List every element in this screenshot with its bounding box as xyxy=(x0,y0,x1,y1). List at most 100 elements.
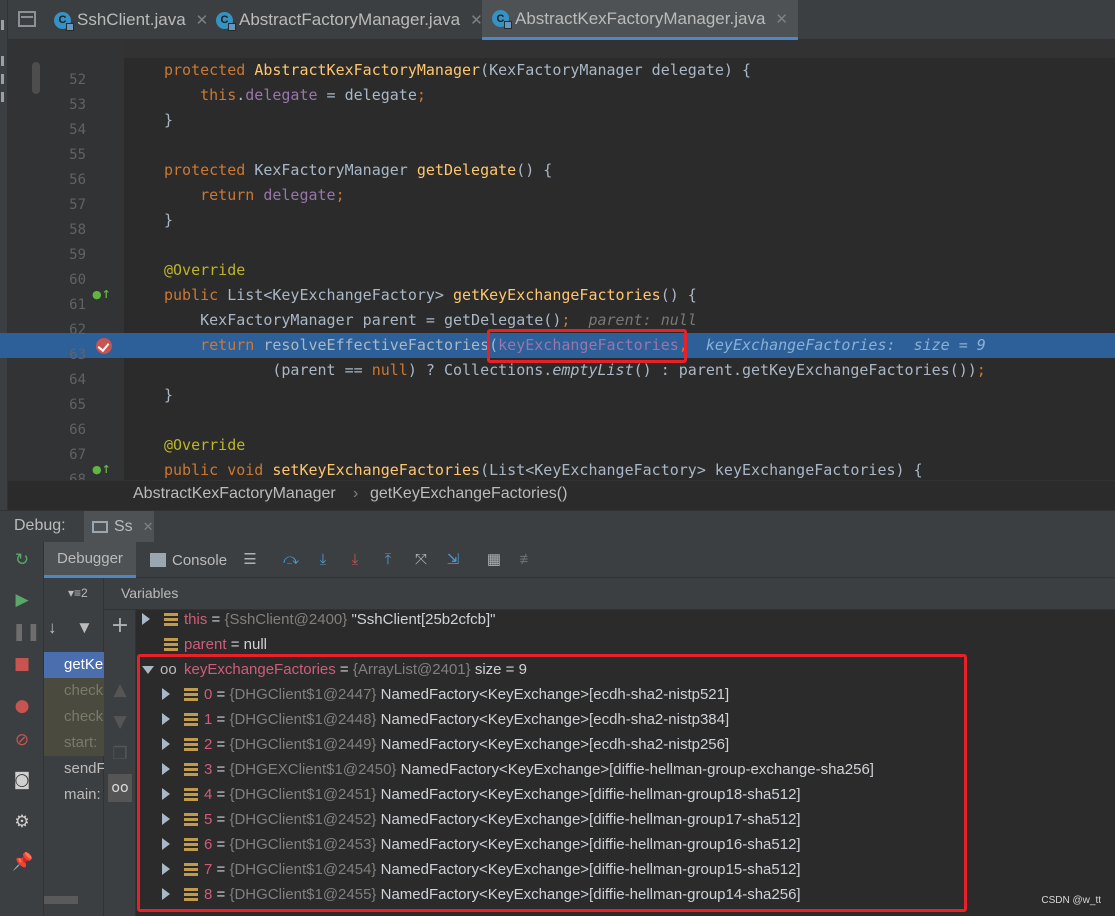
tool-tick[interactable] xyxy=(1,74,4,84)
breadcrumb-method[interactable]: getKeyExchangeFactories() xyxy=(370,485,567,503)
code-token: this xyxy=(164,86,237,104)
settings-icon[interactable]: ⚙ xyxy=(12,812,32,832)
code-token: return xyxy=(164,186,264,204)
annotation-box-variables xyxy=(137,654,967,912)
tool-tick[interactable] xyxy=(1,20,4,30)
run-to-cursor-icon[interactable]: ⇲ xyxy=(444,551,462,569)
camera-icon[interactable]: ◙ xyxy=(12,770,32,790)
show-execution-point-icon[interactable]: ⤼ xyxy=(282,551,300,569)
editor-gutter[interactable]: 525354555657585960616263646566676869 ●↑●… xyxy=(8,40,134,513)
move-up-icon[interactable]: ▲ xyxy=(110,680,130,700)
breadcrumb-separator: › xyxy=(353,485,359,502)
code-line[interactable]: this.delegate = delegate; xyxy=(124,83,1115,108)
debug-session-tab[interactable]: Ss ✕ xyxy=(84,511,154,543)
evaluate-icon[interactable]: ▦ xyxy=(485,551,503,569)
variable-row[interactable]: this = {SshClient@2400} "SshClient[25b2c… xyxy=(136,607,1115,632)
code-token: getDelegate xyxy=(416,161,517,179)
stack-frame[interactable]: getKe xyxy=(44,652,104,678)
stack-frame[interactable]: check xyxy=(44,678,104,704)
line-number: 55 xyxy=(69,147,86,163)
trace-icon[interactable]: ≢ xyxy=(518,551,536,569)
tab-list-icon[interactable] xyxy=(18,11,36,27)
code-line[interactable]: @Override xyxy=(124,433,1115,458)
stop-icon[interactable]: ■ xyxy=(12,654,32,674)
rerun-icon[interactable]: ↻ xyxy=(12,550,32,570)
move-down-icon[interactable]: ▼ xyxy=(110,712,130,732)
watermark: CSDN @w_tt xyxy=(1041,895,1101,906)
line-number: 52 xyxy=(69,72,86,88)
close-icon[interactable]: ✕ xyxy=(196,11,209,29)
code-line[interactable]: } xyxy=(124,208,1115,233)
variable-text: this = {SshClient@2400} "SshClient[25b2c… xyxy=(184,607,496,632)
step-over-icon[interactable]: ⤓ xyxy=(314,551,332,569)
filter-icon[interactable]: ▼ xyxy=(76,618,93,638)
code-line[interactable]: } xyxy=(124,108,1115,133)
close-icon[interactable]: ✕ xyxy=(470,11,483,29)
watches-toggle-icon[interactable]: oo xyxy=(108,774,132,802)
code-line[interactable]: protected KexFactoryManager getDelegate(… xyxy=(124,158,1115,183)
breadcrumb-class[interactable]: AbstractKexFactoryManager xyxy=(133,485,336,503)
stack-frame[interactable]: main: xyxy=(44,782,104,808)
code-line[interactable]: protected AbstractKexFactoryManager(KexF… xyxy=(124,58,1115,83)
stack-frame[interactable]: sendF xyxy=(44,756,104,782)
code-token: getKeyExchangeFactories xyxy=(453,286,661,304)
code-token: AbstractKexFactoryManager xyxy=(254,61,481,79)
down-arrow-icon[interactable]: ↓ xyxy=(48,618,57,638)
step-into-icon[interactable]: ⤓ xyxy=(346,551,364,569)
layout-icon[interactable]: ☰ xyxy=(241,551,259,569)
mute-breakpoints-icon[interactable]: ⊘ xyxy=(12,730,32,750)
code-line[interactable] xyxy=(124,133,1115,158)
debugger-toolbar: Debugger Console ☰ ⤼ ⤓ ⤓ ⤒ ⤧ ⇲ ▦ ≢ xyxy=(44,542,1115,578)
tool-tick[interactable] xyxy=(1,92,4,102)
left-tool-strip xyxy=(0,0,8,510)
resume-icon[interactable]: ▶ xyxy=(12,590,32,610)
horizontal-scroll-thumb[interactable] xyxy=(44,896,78,904)
code-token: . xyxy=(236,86,246,104)
stack-frame[interactable]: start: xyxy=(44,730,104,756)
code-editor[interactable]: protected AbstractKexFactoryManager(KexF… xyxy=(124,40,1115,480)
variable-name: parent xyxy=(184,636,227,653)
close-icon[interactable]: ✕ xyxy=(775,10,788,28)
duplicate-icon[interactable]: ❐ xyxy=(110,744,130,764)
code-line[interactable]: public List<KeyExchangeFactory> getKeyEx… xyxy=(124,283,1115,308)
override-icon[interactable]: ●↑ xyxy=(92,463,111,477)
code-token: KexFactoryManager xyxy=(254,161,417,179)
code-token: protected xyxy=(164,61,255,79)
code-line[interactable] xyxy=(124,233,1115,258)
code-line[interactable] xyxy=(124,40,1115,58)
breakpoint-icon[interactable] xyxy=(96,338,112,354)
code-line[interactable] xyxy=(124,408,1115,433)
pause-icon[interactable]: ❚❚ xyxy=(12,622,41,642)
thread-selector[interactable]: ▾≡2 xyxy=(68,586,88,600)
code-line[interactable]: } xyxy=(124,383,1115,408)
code-token: delegate xyxy=(263,186,336,204)
code-line[interactable]: @Override xyxy=(124,258,1115,283)
code-token: KexFactoryManager parent = getDelegate() xyxy=(164,311,562,329)
tab-console[interactable]: Console xyxy=(150,542,227,578)
override-icon[interactable]: ●↑ xyxy=(92,288,111,302)
code-token: () { xyxy=(516,161,553,179)
code-token: parent: null xyxy=(570,311,697,329)
drop-frame-icon[interactable]: ⤧ xyxy=(412,551,430,569)
tab-debugger[interactable]: Debugger xyxy=(44,542,136,578)
tool-tick[interactable] xyxy=(1,56,4,66)
code-token: (parent == xyxy=(164,361,372,379)
code-line[interactable]: return delegate; xyxy=(124,183,1115,208)
tab-sshclient[interactable]: C SshClient.java ✕ xyxy=(54,0,208,40)
code-line[interactable]: public void setKeyExchangeFactories(List… xyxy=(124,458,1115,480)
view-breakpoints-icon[interactable]: ● xyxy=(12,696,32,716)
stack-frame[interactable]: check xyxy=(44,704,104,730)
close-icon[interactable]: ✕ xyxy=(143,519,154,535)
variable-ref: {SshClient@2400} xyxy=(224,611,348,628)
step-out-icon[interactable]: ⤒ xyxy=(379,551,397,569)
add-watch-icon[interactable]: + xyxy=(110,615,130,637)
code-token: null xyxy=(371,361,408,379)
pin-icon[interactable]: 📌 xyxy=(12,852,33,872)
tab-abstractkexfactorymanager[interactable]: C AbstractKexFactoryManager.java ✕ xyxy=(482,0,798,40)
expand-arrow-icon[interactable] xyxy=(142,613,150,625)
variables-rail: + ▲ ▼ ❐ oo xyxy=(104,610,136,916)
tab-abstractfactorymanager[interactable]: C AbstractFactoryManager.java ✕ xyxy=(216,0,483,40)
code-token: public void xyxy=(164,461,273,479)
monitor-icon xyxy=(92,521,108,533)
line-number: 61 xyxy=(69,297,86,313)
